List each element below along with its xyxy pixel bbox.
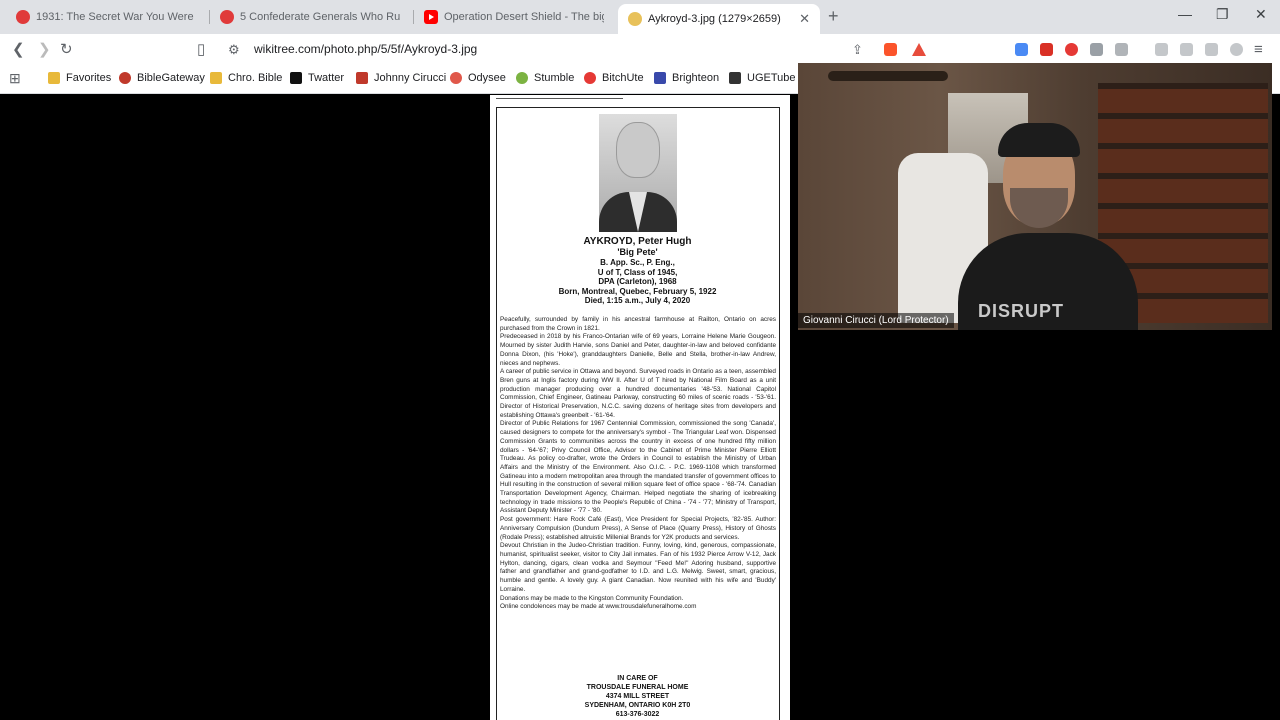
tab-3[interactable]: Operation Desert Shield - The bigges xyxy=(414,4,614,30)
bitchute-icon xyxy=(584,72,596,84)
brighteon-icon xyxy=(654,72,666,84)
bookmark-bitchute[interactable]: BitchUte xyxy=(584,72,644,84)
obituary-paragraph: Online condolences may be made at www.tr… xyxy=(500,603,697,611)
bookmark-label: Stumble xyxy=(534,72,575,84)
new-tab-button[interactable]: + xyxy=(828,6,839,27)
clipping-edge xyxy=(496,95,623,99)
extension-play-icon[interactable] xyxy=(1065,43,1078,56)
address-bar[interactable]: wikitree.com/photo.php/5/5f/Aykroyd-3.jp… xyxy=(254,42,477,56)
bookmark-label: Chro. Bible xyxy=(228,72,283,84)
obituary-paragraph: Peacefully, surrounded by family in his … xyxy=(500,316,776,332)
bookmark-label: UGETube xyxy=(747,72,796,84)
obituary-paragraph: A career of public service in Ottawa and… xyxy=(500,368,776,419)
funeral-home-name: TROUSDALE FUNERAL HOME xyxy=(586,684,689,691)
portrait-head xyxy=(616,122,660,178)
minimize-button[interactable]: — xyxy=(1178,6,1192,22)
tab-2[interactable]: 5 Confederate Generals Who Ruined xyxy=(210,4,410,30)
vpn-icon[interactable] xyxy=(1230,43,1243,56)
bookmark-favorites[interactable]: Favorites xyxy=(48,72,111,84)
maximize-button[interactable]: ❐ xyxy=(1216,6,1229,23)
ceiling-fan xyxy=(828,71,948,81)
extensions-puzzle-icon[interactable] xyxy=(1090,43,1103,56)
bookmark-ugetube[interactable]: UGETube xyxy=(729,72,796,84)
youtube-icon xyxy=(16,10,30,24)
tab-4-active[interactable]: Aykroyd-3.jpg (1279×2659) ✕ xyxy=(618,4,820,34)
funeral-home-phone: 613-376-3022 xyxy=(615,711,660,718)
toolbar: ❮ ❯ ↻ ▯ ⚙ wikitree.com/photo.php/5/5f/Ay… xyxy=(0,34,1280,66)
back-button[interactable]: ❮ xyxy=(12,40,25,60)
rewards-icon[interactable] xyxy=(912,43,926,56)
brave-shield-icon[interactable] xyxy=(884,43,897,56)
shirt-text: DISRUPT xyxy=(978,301,1065,321)
bookmark-twatter[interactable]: Twatter xyxy=(290,72,344,84)
bookmark-label: Brighteon xyxy=(672,72,720,84)
obituary-paragraph: Director of Public Relations for 1967 Ce… xyxy=(500,420,776,515)
forward-button[interactable]: ❯ xyxy=(38,40,51,60)
apps-grid-icon[interactable]: ⊞ xyxy=(9,68,21,88)
bookmark-label: Johnny Cirucci xyxy=(374,72,447,84)
close-tab-icon[interactable]: ✕ xyxy=(799,11,810,27)
obituary-body: Peacefully, surrounded by family in his … xyxy=(500,316,776,612)
site-info-icon[interactable]: ⚙ xyxy=(228,40,240,60)
funeral-home-street: 4374 MILL STREET xyxy=(605,693,670,700)
tab-title: Aykroyd-3.jpg (1279×2659) xyxy=(648,13,781,25)
obituary-paragraph: Devout Christian in the Judeo-Christian … xyxy=(500,542,776,593)
tab-1[interactable]: 1931: The Secret War You Were Neve xyxy=(6,4,206,30)
odysee-icon xyxy=(450,72,462,84)
reload-button[interactable]: ↻ xyxy=(60,40,73,60)
bookmark-label: Twatter xyxy=(308,72,345,84)
bookmark-stumble[interactable]: Stumble xyxy=(516,72,574,84)
translate-icon[interactable] xyxy=(1015,43,1028,56)
tab-title: Operation Desert Shield - The bigges xyxy=(444,11,604,23)
share-icon[interactable]: ⇪ xyxy=(852,40,863,60)
bookmark-label: BibleGateway xyxy=(137,72,205,84)
tab-strip: 1931: The Secret War You Were Neve 5 Con… xyxy=(0,0,1280,34)
ugetube-icon xyxy=(729,72,741,84)
close-window-button[interactable]: ✕ xyxy=(1255,6,1267,23)
sidebar-toggle-icon[interactable] xyxy=(1155,43,1168,56)
obituary-died: Died, 1:15 a.m., July 4, 2020 xyxy=(584,296,691,305)
bookmark-label: Odysee xyxy=(468,72,506,84)
obituary-frame: AYKROYD, Peter Hugh 'Big Pete' B. App. S… xyxy=(496,107,780,720)
bookmark-odysee[interactable]: Odysee xyxy=(450,72,506,84)
bookmark-chro-bible[interactable]: Chro. Bible xyxy=(210,72,282,84)
obituary-care-of: IN CARE OF xyxy=(617,675,658,682)
obituary-paragraph: Post government: Hare Rock Café (East), … xyxy=(500,516,776,541)
obituary-degree-3: DPA (Carleton), 1968 xyxy=(598,277,677,286)
obituary-image[interactable]: AYKROYD, Peter Hugh 'Big Pete' B. App. S… xyxy=(490,95,790,720)
portrait-photo xyxy=(599,114,677,232)
bible-icon xyxy=(210,72,222,84)
leo-ai-icon[interactable] xyxy=(1205,43,1218,56)
youtube-icon xyxy=(220,10,234,24)
image-icon xyxy=(628,12,642,26)
webcam-name-label: Giovanni Cirucci (Lord Protector) xyxy=(798,313,954,328)
folder-icon xyxy=(48,72,60,84)
bookmark-brighteon[interactable]: Brighteon xyxy=(654,72,719,84)
tab-title: 1931: The Secret War You Were Neve xyxy=(36,11,196,23)
bookmark-johnny-cirucci[interactable]: Johnny Cirucci xyxy=(356,72,446,84)
bookmark-label: BitchUte xyxy=(602,72,644,84)
obituary-born: Born, Montreal, Quebec, February 5, 1922 xyxy=(558,286,717,296)
obituary-nickname: 'Big Pete' xyxy=(617,247,658,257)
obituary-paragraph: Donations may be made to the Kingston Co… xyxy=(500,594,684,602)
obituary-degree-1: B. App. Sc., P. Eng., xyxy=(600,258,675,267)
biblegateway-icon xyxy=(119,72,131,84)
presenter-cap xyxy=(998,123,1080,157)
funeral-home-city: SYDENHAM, ONTARIO K0H 2T0 xyxy=(584,702,691,709)
obituary-degree-2: U of T, Class of 1945, xyxy=(597,267,678,277)
obituary-paragraph: Predeceased in 2018 by his Franco-Ontari… xyxy=(500,333,776,367)
tab-title: 5 Confederate Generals Who Ruined xyxy=(240,11,400,23)
rumble-icon xyxy=(516,72,528,84)
youtube-icon xyxy=(424,10,438,24)
x-icon xyxy=(290,72,302,84)
bookmark-icon[interactable]: ▯ xyxy=(197,40,205,60)
bookmark-label: Favorites xyxy=(66,72,112,84)
wallet-icon[interactable] xyxy=(1180,43,1193,56)
extension-red-icon[interactable] xyxy=(1040,43,1053,56)
webcam-overlay: DISRUPT Giovanni Cirucci (Lord Protector… xyxy=(798,63,1272,330)
cirucci-icon xyxy=(356,72,368,84)
menu-icon[interactable]: ≡ xyxy=(1254,40,1263,60)
extension-grid-icon[interactable] xyxy=(1115,43,1128,56)
bookmark-biblegateway[interactable]: BibleGateway xyxy=(119,72,205,84)
